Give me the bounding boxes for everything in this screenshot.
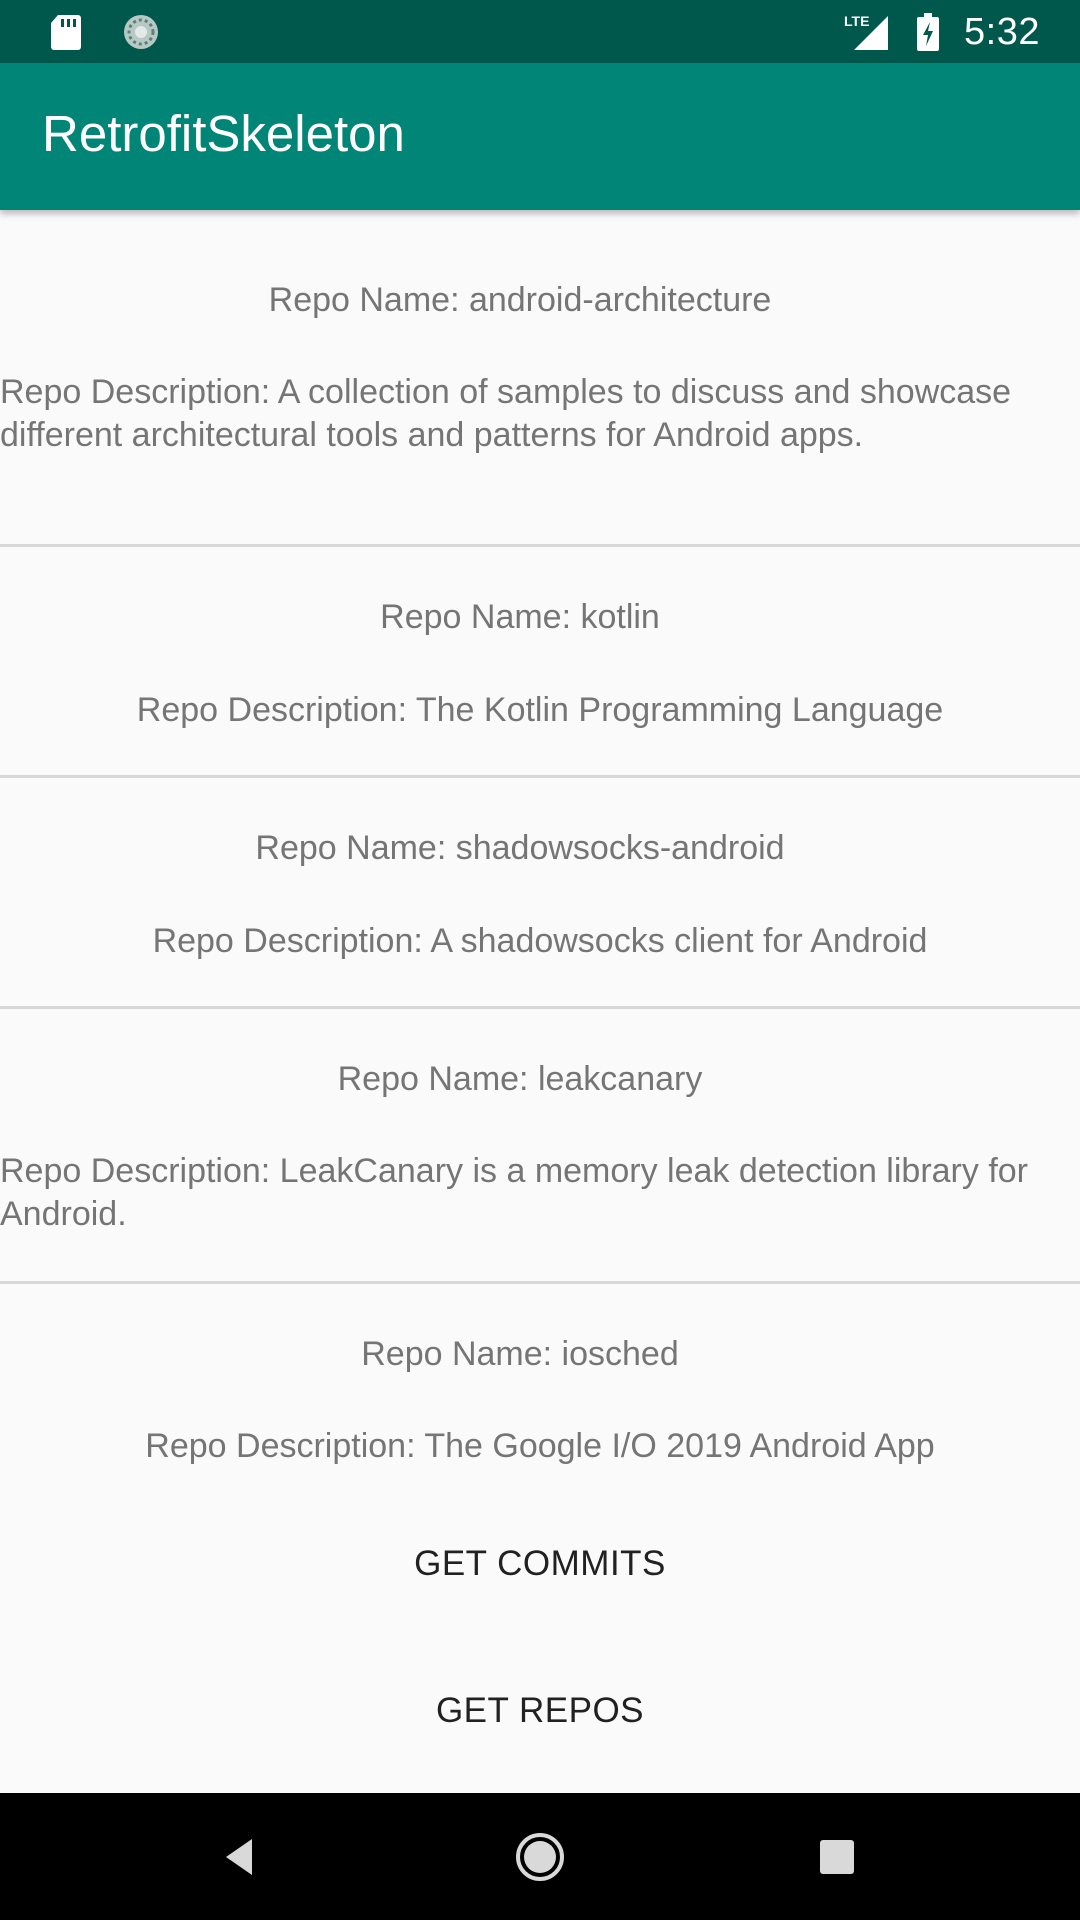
repo-description: Repo Description: LeakCanary is a memory… (0, 1152, 1029, 1233)
home-icon[interactable] (508, 1825, 572, 1889)
battery-charging-icon (917, 13, 940, 51)
list-item[interactable]: Repo Name: iosched Repo Description: The… (0, 1284, 1080, 1484)
repo-description: Repo Description: A collection of sample… (0, 373, 1012, 454)
svg-text:LTE: LTE (844, 13, 869, 29)
repo-name: Repo Name: kotlin (380, 598, 660, 636)
status-left-icons (50, 12, 160, 52)
repo-name: Repo Name: leakcanary (337, 1060, 703, 1098)
list-item[interactable]: Repo Name: kotlin Repo Description: The … (0, 547, 1080, 778)
back-icon[interactable] (208, 1825, 272, 1889)
list-item[interactable]: Repo Name: android-architecture Repo Des… (0, 210, 1080, 547)
app-bar: RetrofitSkeleton (0, 63, 1080, 210)
navigation-bar (0, 1793, 1080, 1920)
list-item[interactable]: Repo Name: shadowsocks-android Repo Desc… (0, 778, 1080, 1009)
screen: LTE 5:32 RetrofitSkeleton Repo Name: and… (0, 0, 1080, 1920)
recents-icon[interactable] (805, 1825, 869, 1889)
get-commits-button[interactable]: GET COMMITS (0, 1542, 1080, 1586)
repo-description: Repo Description: The Kotlin Programming… (136, 691, 944, 729)
status-bar: LTE 5:32 (0, 0, 1080, 63)
repo-description: Repo Description: A shadowsocks client f… (152, 922, 928, 960)
status-clock: 5:32 (964, 10, 1040, 53)
repo-name: Repo Name: android-architecture (268, 281, 772, 319)
sd-card-icon (51, 15, 81, 50)
sync-progress-icon (124, 15, 158, 49)
repo-name: Repo Name: iosched (361, 1335, 679, 1373)
list-item[interactable]: Repo Name: leakcanary Repo Description: … (0, 1009, 1080, 1284)
app-title: RetrofitSkeleton (42, 105, 405, 162)
repo-description: Repo Description: The Google I/O 2019 An… (145, 1427, 935, 1465)
repo-name: Repo Name: shadowsocks-android (255, 829, 785, 867)
status-right-icons: LTE 5:32 (844, 8, 1040, 56)
lte-signal-icon: LTE (844, 13, 889, 50)
get-repos-button[interactable]: GET REPOS (0, 1689, 1080, 1733)
